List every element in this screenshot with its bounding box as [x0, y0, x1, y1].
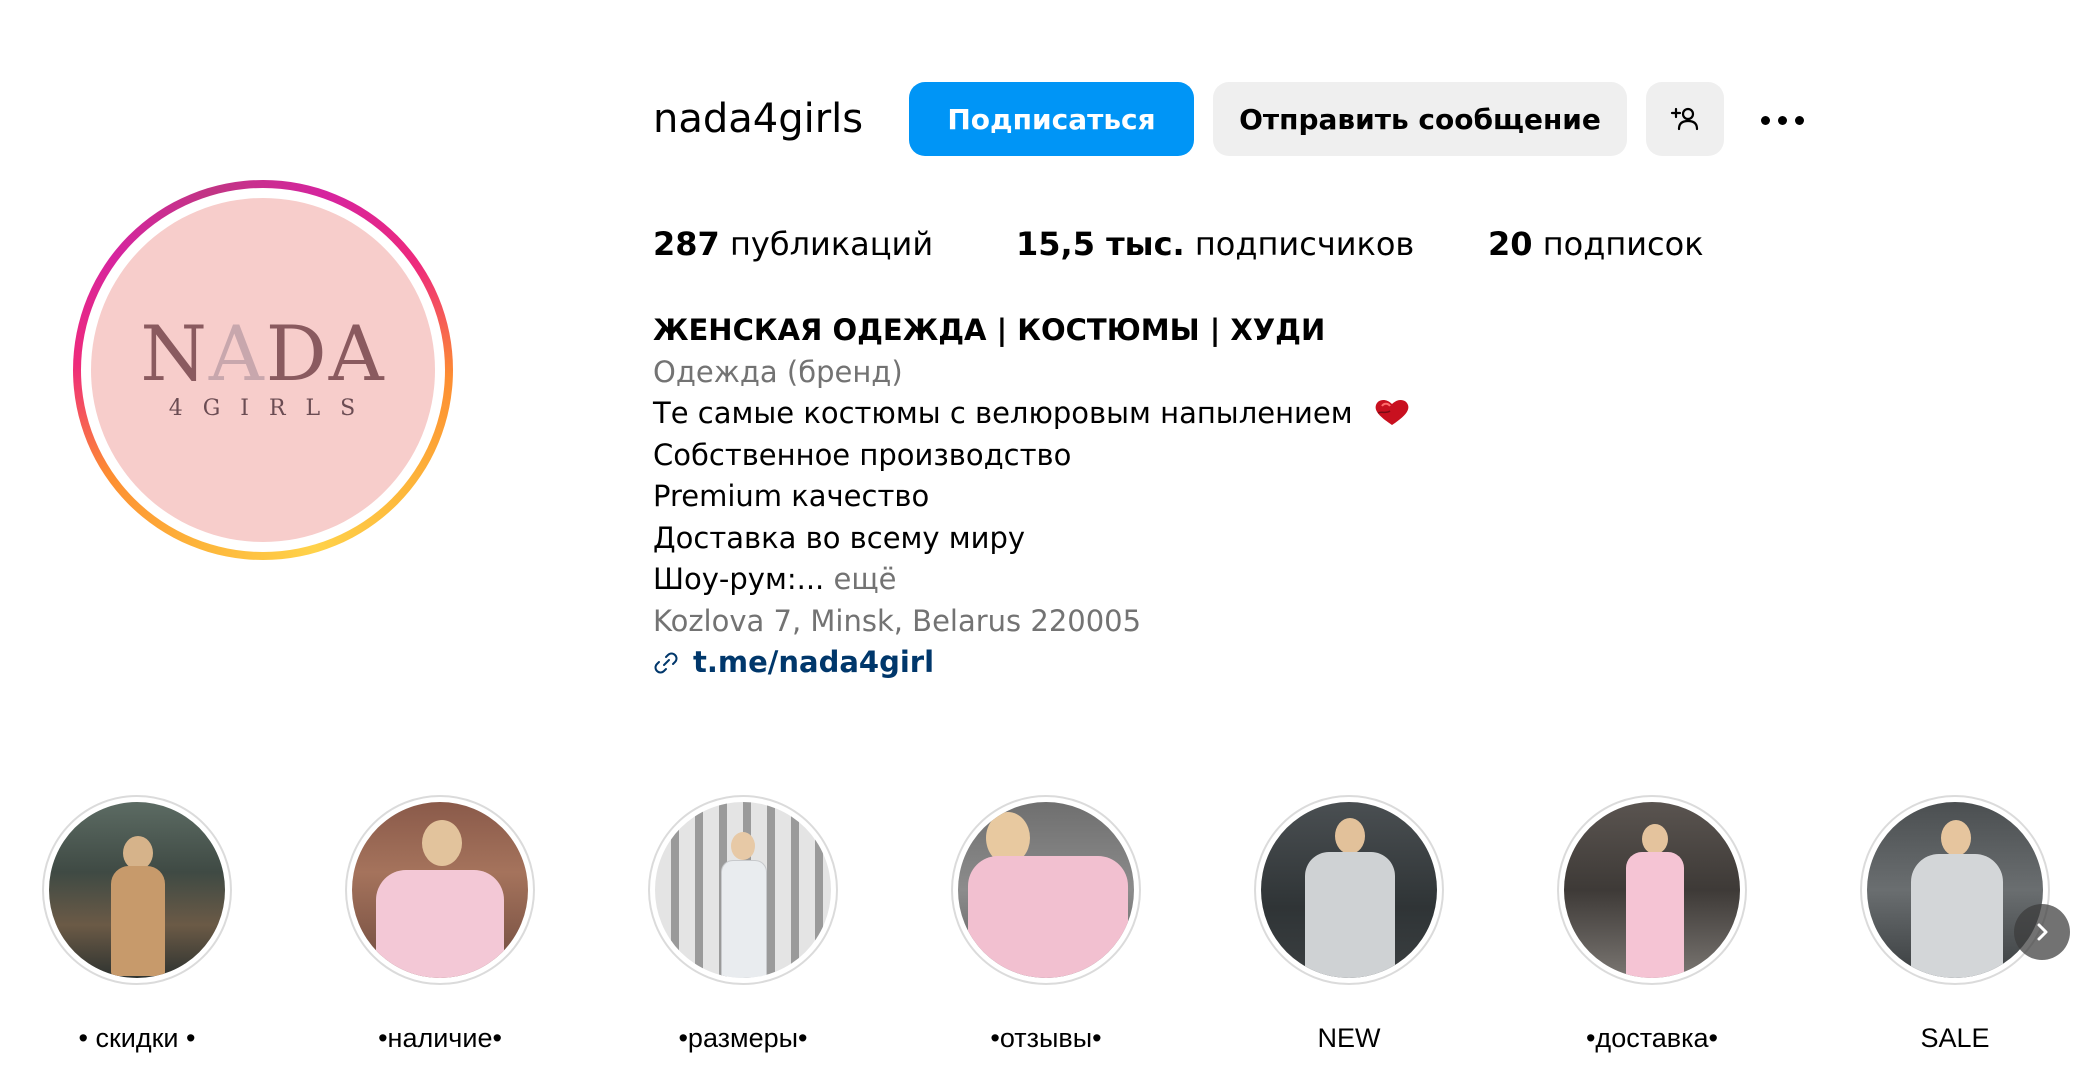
- highlight-item[interactable]: •отзывы•: [946, 795, 1146, 1054]
- highlight-cover[interactable]: [1860, 795, 2050, 985]
- send-message-button[interactable]: Отправить сообщение: [1213, 82, 1627, 156]
- more-dot: [1794, 115, 1804, 125]
- suggest-accounts-button[interactable]: [1646, 82, 1724, 156]
- highlight-image: [1261, 802, 1437, 978]
- bio-address[interactable]: Kozlova 7, Minsk, Belarus 220005: [653, 601, 1753, 643]
- highlight-label: SALE: [1920, 1023, 1990, 1053]
- highlight-item[interactable]: NEW: [1249, 795, 1449, 1054]
- bio-line: Доставка во всему миру: [653, 520, 1026, 555]
- add-person-icon: [1670, 107, 1699, 131]
- chevron-right-icon: [2037, 923, 2048, 941]
- highlight-image: [1564, 802, 1740, 978]
- highlights-next-button[interactable]: [2014, 904, 2070, 960]
- more-dot: [1777, 115, 1787, 125]
- highlight-item[interactable]: •размеры•: [643, 795, 843, 1054]
- avatar-logo-sub: 4GIRLS: [168, 395, 376, 421]
- highlight-cover[interactable]: [951, 795, 1141, 985]
- heart-emoji: [1375, 399, 1409, 425]
- profile-bio: ЖЕНСКАЯ ОДЕЖДА | КОСТЮМЫ | ХУДИ Одежда (…: [653, 310, 1753, 687]
- posts-label: публикаций: [729, 225, 934, 263]
- bio-line: Premium качество: [653, 479, 930, 513]
- highlight-label: •доставка•: [1585, 1023, 1719, 1053]
- bio-line: Шоу-рум:... ещё: [653, 559, 1753, 601]
- following-label: подписок: [1542, 225, 1704, 263]
- highlight-item[interactable]: • скидки •: [37, 795, 237, 1054]
- highlight-cover[interactable]: [1254, 795, 1444, 985]
- highlight-cover[interactable]: [42, 795, 232, 985]
- highlight-label: NEW: [1317, 1023, 1381, 1053]
- follow-button[interactable]: Подписаться: [909, 82, 1194, 156]
- followers-stat[interactable]: 15,5 тыс. подписчиков: [1016, 222, 1414, 266]
- followers-count: 15,5 тыс.: [1016, 225, 1185, 263]
- bio-more-link[interactable]: ещё: [833, 562, 896, 596]
- bio-line-text: Те самые костюмы с велюровым напылением: [653, 396, 1353, 430]
- highlight-image: [655, 802, 831, 978]
- more-dot: [1760, 115, 1770, 125]
- followers-label: подписчиков: [1194, 225, 1415, 263]
- highlight-item[interactable]: •наличие•: [340, 795, 540, 1054]
- posts-stat: 287 публикаций: [653, 222, 933, 266]
- bio-link[interactable]: t.me/nada4girl: [653, 642, 934, 684]
- following-count: 20: [1488, 225, 1533, 263]
- profile-page: NADA 4GIRLS nada4girls Подписаться Отпра…: [0, 0, 2086, 1086]
- highlight-cover[interactable]: [1557, 795, 1747, 985]
- highlight-image: [49, 802, 225, 978]
- bio-line-text: Шоу-рум:...: [653, 562, 825, 596]
- highlight-cover[interactable]: [345, 795, 535, 985]
- bio-link-row: t.me/nada4girl: [653, 642, 1753, 687]
- bio-link-text: t.me/nada4girl: [693, 645, 935, 679]
- bio-category: Одежда (бренд): [653, 354, 903, 389]
- highlight-cover[interactable]: [648, 795, 838, 985]
- bio-line: Те самые костюмы с велюровым напылением: [653, 393, 1753, 435]
- more-options-button[interactable]: [1752, 100, 1812, 140]
- highlight-image: [958, 802, 1134, 978]
- highlight-item[interactable]: •доставка•: [1552, 795, 1752, 1054]
- profile-username: nada4girls: [653, 96, 864, 142]
- story-ring[interactable]: NADA 4GIRLS: [73, 180, 453, 560]
- highlight-label: •наличие•: [378, 1023, 502, 1053]
- highlight-label: • скидки •: [78, 1023, 196, 1053]
- bio-line: Собственное производство: [653, 437, 1072, 472]
- highlight-image: [352, 802, 528, 978]
- following-stat[interactable]: 20 подписок: [1488, 222, 1704, 266]
- link-icon: [654, 652, 678, 674]
- highlight-label: •отзывы•: [990, 1023, 1102, 1053]
- avatar[interactable]: NADA 4GIRLS: [91, 198, 435, 542]
- posts-count: 287: [653, 225, 720, 263]
- highlight-label: •размеры•: [678, 1023, 808, 1053]
- bio-name: ЖЕНСКАЯ ОДЕЖДА | КОСТЮМЫ | ХУДИ: [653, 313, 1326, 347]
- highlight-image: [1867, 802, 2043, 978]
- avatar-logo-main: NADA: [140, 308, 386, 398]
